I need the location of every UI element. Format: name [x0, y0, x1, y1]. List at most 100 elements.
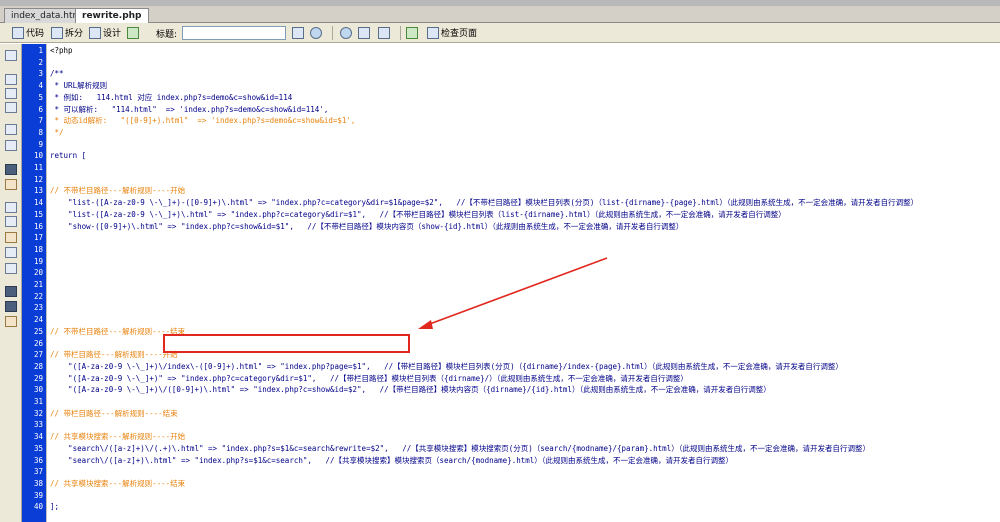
line-number: 22 — [33, 291, 43, 301]
code-text: // 不带栏目路径---解析规则----开始 — [50, 186, 186, 196]
line-number: 24 — [33, 315, 43, 325]
wrap-tag-icon[interactable] — [5, 232, 17, 243]
code-view-icon — [12, 26, 24, 39]
code-view-button[interactable]: 代码 — [12, 25, 44, 40]
check-page-label: 检查页面 — [441, 29, 478, 39]
code-text: "search\/([a-z]+)\/(.+)\.html" => "index… — [50, 443, 870, 453]
code-line: 33 — [34, 420, 1000, 430]
validate-icon — [406, 26, 418, 39]
balance-braces-icon[interactable] — [5, 140, 17, 151]
line-number: 9 — [38, 139, 43, 149]
check-page-icon — [427, 26, 439, 39]
live-view-button[interactable] — [127, 25, 141, 40]
line-number: 31 — [33, 397, 43, 406]
code-line: 2 — [38, 58, 1000, 68]
split-view-label: 拆分 — [65, 29, 84, 39]
globe-icon — [310, 26, 322, 39]
code-text: "([A-za-z0-9 \-\_]+)\/([0-9]+)\.html" =>… — [50, 385, 771, 395]
code-line: 39 — [34, 491, 1000, 501]
code-line: 6 * 可以解析: "114.html" => 'index.php?s=dem… — [38, 105, 1000, 115]
code-text: "([A-za-z0-9 \-\_]+)" => "index.php?c=ca… — [50, 373, 688, 383]
line-number: 36 — [33, 455, 43, 465]
code-text: // 带栏目路径---解析规则----结束 — [50, 408, 178, 418]
code-text: "([A-za-z0-9 \-\_]+)\/index\-([0-9]+).ht… — [50, 361, 843, 371]
line-number: 26 — [33, 338, 43, 348]
live-view-icon — [127, 26, 139, 39]
title-input[interactable] — [182, 26, 286, 40]
collapse-tag-icon[interactable] — [5, 74, 17, 85]
split-view-button[interactable]: 拆分 — [51, 25, 83, 40]
line-number: 21 — [33, 280, 43, 289]
visual-aids-icon — [378, 26, 390, 39]
select-parent-tag-icon[interactable] — [5, 124, 17, 135]
line-number: 4 — [38, 81, 43, 91]
visual-aids-button[interactable] — [378, 25, 392, 40]
code-line: 4 * URL解析规则 — [38, 81, 1000, 91]
line-number: 14 — [33, 198, 43, 208]
indent-code-icon[interactable] — [5, 286, 17, 297]
line-number: 27 — [33, 350, 43, 360]
code-line: 21 — [34, 280, 1000, 290]
validate-markup-button[interactable] — [406, 25, 420, 40]
apply-comment-icon[interactable] — [5, 202, 17, 213]
code-line: 16 "show-([0-9]+)\.html" => "index.php?c… — [34, 222, 1000, 232]
refresh-button[interactable] — [340, 25, 354, 40]
code-line: 34 // 共享模块搜索---解析规则----开始 — [34, 432, 1000, 442]
format-source-icon[interactable] — [5, 316, 17, 327]
line-number: 29 — [33, 373, 43, 383]
tab-rewrite-php[interactable]: rewrite.php — [75, 8, 149, 24]
code-text: // 共享模块搜索---解析规则----开始 — [50, 432, 186, 442]
code-line: 7 * 动态id解析: "([0-9]+).html" => 'index.ph… — [38, 116, 1000, 126]
code-line: 28 "([A-za-z0-9 \-\_]+)\/index\-([0-9]+)… — [34, 361, 1000, 372]
remove-comment-icon[interactable] — [5, 216, 17, 227]
code-editor[interactable]: 1 <?php 2 3/** 4 * URL解析规则 5 * 例如: 114.html 对… — [34, 44, 1000, 522]
code-line: 13 // 不带栏目路径---解析规则----开始 — [34, 186, 1000, 196]
preview-in-browser-button[interactable] — [310, 25, 324, 40]
toolbar-separator — [400, 26, 401, 40]
title-label: 标题: — [156, 30, 178, 40]
line-number: 20 — [33, 268, 43, 278]
line-number: 13 — [33, 186, 43, 196]
view-options-button[interactable] — [358, 25, 372, 40]
open-documents-icon[interactable] — [5, 50, 17, 61]
line-number: 40 — [33, 502, 43, 512]
highlight-invalid-code-icon[interactable] — [5, 179, 17, 190]
file-management-icon — [292, 26, 304, 39]
line-number: 5 — [38, 92, 43, 102]
code-line: 23 — [34, 303, 1000, 313]
code-text: "list-([A-za-z0-9 \-\_]+)-([0-9]+)\.html… — [50, 198, 919, 208]
code-line: 35 "search\/([a-z]+)\/(.+)\.html" => "in… — [34, 443, 1000, 454]
recent-snippets-icon[interactable] — [5, 247, 17, 258]
code-line: 32 // 带栏目路径---解析规则----结束 — [34, 408, 1000, 419]
code-text: return [ — [50, 151, 87, 161]
line-number: 12 — [33, 174, 43, 184]
outdent-code-icon[interactable] — [5, 301, 17, 312]
line-number: 16 — [33, 221, 43, 231]
check-page-button[interactable]: 检查页面 — [427, 25, 477, 40]
code-line: 37 — [34, 467, 1000, 477]
code-line: 8 */ — [38, 128, 1000, 138]
line-number: 39 — [33, 490, 43, 500]
move-css-icon[interactable] — [5, 263, 17, 274]
line-number: 28 — [33, 361, 43, 371]
collapse-selection-icon[interactable] — [5, 88, 17, 99]
line-numbers-icon[interactable] — [5, 164, 17, 175]
expand-all-icon[interactable] — [5, 102, 17, 113]
line-number: 38 — [33, 478, 43, 488]
design-view-button[interactable]: 设计 — [89, 25, 121, 40]
line-number: 15 — [33, 209, 43, 219]
code-text: * 例如: 114.html 对应 index.php?s=demo&c=sho… — [50, 92, 293, 102]
document-tab-bar: index_data.html rewrite.php — [0, 6, 1000, 24]
code-view-label: 代码 — [26, 29, 45, 39]
design-view-icon — [89, 26, 101, 39]
code-line: 17 — [34, 233, 1000, 243]
code-line: 3 /** — [38, 69, 1000, 79]
line-number: 2 — [38, 57, 43, 67]
code-text: * 动态id解析: "([0-9]+).html" => 'index.php?… — [50, 116, 356, 126]
code-line: 1 <?php — [38, 46, 1000, 56]
line-number: 18 — [33, 244, 43, 254]
file-management-button[interactable] — [292, 25, 306, 40]
toolbar-separator — [332, 26, 333, 40]
code-text: ]; — [50, 502, 60, 512]
coding-toolbar — [0, 44, 22, 522]
